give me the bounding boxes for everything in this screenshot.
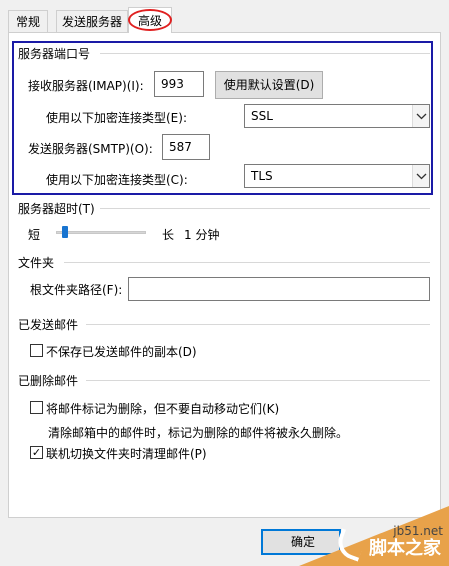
purge-checkbox[interactable]: ✓ [30, 446, 43, 459]
incoming-encryption-label: 使用以下加密连接类型(E): [46, 111, 187, 125]
tab-outgoing-server[interactable]: 发送服务器 [56, 10, 128, 32]
watermark-name: 脚本之家 [369, 538, 441, 559]
no-copy-checkbox[interactable] [30, 344, 43, 357]
root-folder-label: 根文件夹路径(F): [30, 283, 123, 297]
outgoing-server-label: 发送服务器(SMTP)(O): [28, 142, 153, 156]
folders-heading: 文件夹 [18, 256, 55, 270]
timeout-short-label: 短 [28, 228, 41, 242]
outgoing-encryption-value: TLS [251, 169, 273, 183]
deleted-items-heading: 已删除邮件 [18, 374, 79, 388]
mark-deleted-checkbox[interactable] [30, 401, 43, 414]
mark-deleted-label: 将邮件标记为删除，但不要自动移动它们(K) [46, 402, 280, 416]
tab-general[interactable]: 常规 [8, 10, 48, 32]
server-timeout-divider [100, 208, 430, 209]
purge-label: 联机切换文件夹时清理邮件(P) [46, 447, 207, 461]
timeout-slider-track[interactable] [56, 231, 146, 234]
mark-deleted-note: 清除邮箱中的邮件时，标记为删除的邮件将被永久删除。 [48, 426, 349, 440]
sent-items-divider [86, 324, 430, 325]
folders-divider [64, 262, 430, 263]
no-copy-label: 不保存已发送邮件的副本(D) [46, 345, 197, 359]
server-ports-heading: 服务器端口号 [18, 47, 91, 61]
timeout-slider-thumb[interactable] [62, 226, 68, 238]
incoming-port-input[interactable]: 993 [154, 71, 204, 97]
incoming-encryption-value: SSL [251, 109, 273, 123]
tab-outgoing-server-label: 发送服务器 [61, 15, 122, 29]
incoming-server-label: 接收服务器(IMAP)(I): [28, 79, 144, 93]
chevron-down-icon[interactable] [412, 165, 429, 187]
deleted-items-divider [86, 380, 430, 381]
timeout-long-label: 长 [162, 228, 175, 242]
tab-advanced-label: 高级 [137, 14, 162, 28]
root-folder-input[interactable] [128, 277, 430, 301]
timeout-value: 1 分钟 [184, 228, 220, 242]
use-defaults-button[interactable]: 使用默认设置(D) [215, 71, 323, 99]
tab-general-label: 常规 [15, 15, 40, 29]
server-timeout-heading: 服务器超时(T) [18, 202, 95, 216]
incoming-encryption-select[interactable]: SSL [244, 104, 430, 128]
sent-items-heading: 已发送邮件 [18, 318, 79, 332]
chevron-down-icon[interactable] [412, 105, 429, 127]
server-ports-divider [100, 53, 430, 54]
outgoing-encryption-select[interactable]: TLS [244, 164, 430, 188]
checkmark-icon: ✓ [31, 446, 42, 459]
outgoing-port-input[interactable]: 587 [162, 134, 210, 160]
tab-advanced[interactable]: 高级 [128, 7, 172, 33]
ok-button[interactable]: 确定 [261, 529, 341, 555]
outgoing-encryption-label: 使用以下加密连接类型(C): [46, 173, 188, 187]
